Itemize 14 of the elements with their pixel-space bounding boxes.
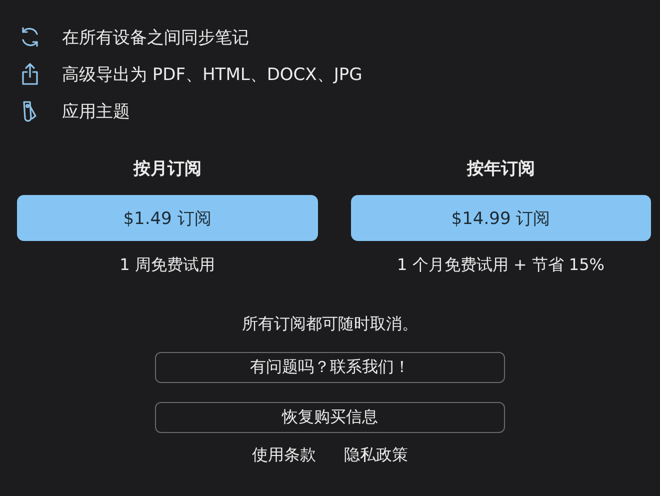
feature-text: 在所有设备之间同步笔记: [62, 26, 249, 48]
outline-button[interactable]: 恢复购买信息: [155, 402, 505, 433]
plan-title: 按年订阅: [466, 158, 535, 180]
trial-note: 1 个月免费试用 + 节省 15%: [397, 255, 604, 276]
plan-title: 按月订阅: [133, 158, 202, 180]
footer-link[interactable]: 使用条款: [252, 445, 316, 466]
footer-link[interactable]: 隐私政策: [344, 445, 408, 466]
feature-text: 高级导出为 PDF、HTML、DOCX、JPG: [62, 64, 362, 86]
cancel-note: 所有订阅都可随时取消。: [242, 314, 418, 335]
trial-note: 1 周免费试用: [120, 255, 215, 276]
feature-text: 应用主题: [62, 100, 130, 122]
subscribe-button[interactable]: $14.99 订阅: [350, 195, 651, 241]
outline-button[interactable]: 有问题吗？联系我们！: [155, 352, 505, 383]
subscribe-button[interactable]: $1.49 订阅: [17, 195, 318, 241]
